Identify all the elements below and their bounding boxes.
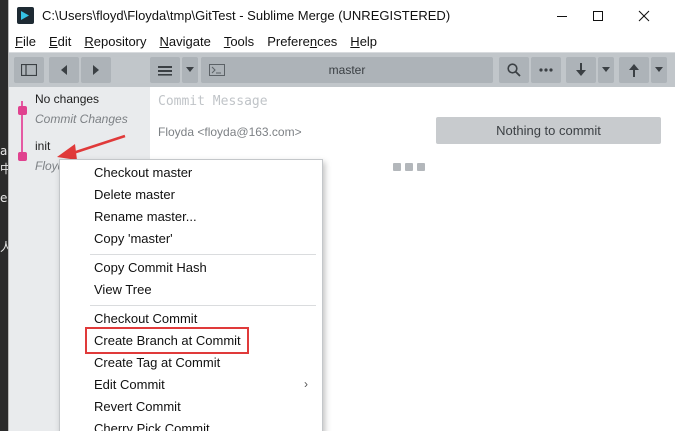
annotation-highlight-box [85, 327, 249, 354]
annotation-arrow-icon [57, 134, 126, 160]
stash-button[interactable] [150, 57, 180, 83]
push-button[interactable] [619, 57, 649, 83]
dropdown-icon [186, 67, 194, 72]
menu-separator [90, 305, 316, 306]
nothing-to-commit-button[interactable]: Nothing to commit [436, 117, 661, 144]
menu-item-cherry-pick-commit[interactable]: Cherry Pick Commit [94, 421, 210, 431]
pull-button[interactable] [566, 57, 596, 83]
push-icon [629, 64, 639, 77]
menu-separator [90, 254, 316, 255]
menu-item-edit-commit[interactable]: Edit Commit [94, 377, 165, 394]
author-label: Floyda <floyda@163.com> [158, 125, 302, 139]
background-glyph: e [0, 191, 8, 205]
menu-item-rename-master[interactable]: Rename master... [94, 209, 197, 226]
pull-dropdown-button[interactable] [598, 57, 614, 83]
close-button[interactable] [621, 0, 667, 31]
menu-item-checkout-commit[interactable]: Checkout Commit [94, 311, 197, 328]
menu-item-revert-commit[interactable]: Revert Commit [94, 399, 181, 416]
menu-item-copy-commit-hash[interactable]: Copy Commit Hash [94, 260, 207, 277]
pull-icon [576, 63, 586, 76]
stash-icon [158, 66, 172, 76]
menu-navigate[interactable]: Navigate [160, 34, 211, 49]
search-icon [507, 63, 521, 77]
menu-item-view-tree[interactable]: View Tree [94, 282, 152, 299]
dropdown-icon [602, 67, 610, 72]
branch-name: master [328, 63, 366, 77]
menu-help[interactable]: Help [350, 34, 377, 49]
commit-message-input[interactable]: Commit Message [158, 94, 268, 109]
context-menu: Checkout master Delete master Rename mas… [59, 159, 323, 431]
search-button[interactable] [499, 57, 529, 83]
background-glyph: a [0, 144, 8, 158]
menu-preferences[interactable]: Preferences [267, 34, 337, 49]
dropdown-icon [655, 67, 663, 72]
menu-item-create-tag-at-commit[interactable]: Create Tag at Commit [94, 355, 220, 372]
branch-selector[interactable]: master [201, 57, 493, 83]
more-icon [539, 68, 553, 72]
stash-dropdown-button[interactable] [182, 57, 198, 83]
more-button[interactable] [531, 57, 561, 83]
background-window-edge: a 中 e 人 [0, 0, 12, 431]
menu-item-copy-master[interactable]: Copy 'master' [94, 231, 173, 248]
menu-item-checkout-master[interactable]: Checkout master [94, 165, 192, 182]
push-dropdown-button[interactable] [651, 57, 667, 83]
menu-item-delete-master[interactable]: Delete master [94, 187, 175, 204]
loading-indicator [393, 163, 425, 171]
maximize-button[interactable] [575, 0, 621, 31]
menu-tools[interactable]: Tools [224, 34, 254, 49]
submenu-chevron-right-icon: › [304, 377, 308, 391]
